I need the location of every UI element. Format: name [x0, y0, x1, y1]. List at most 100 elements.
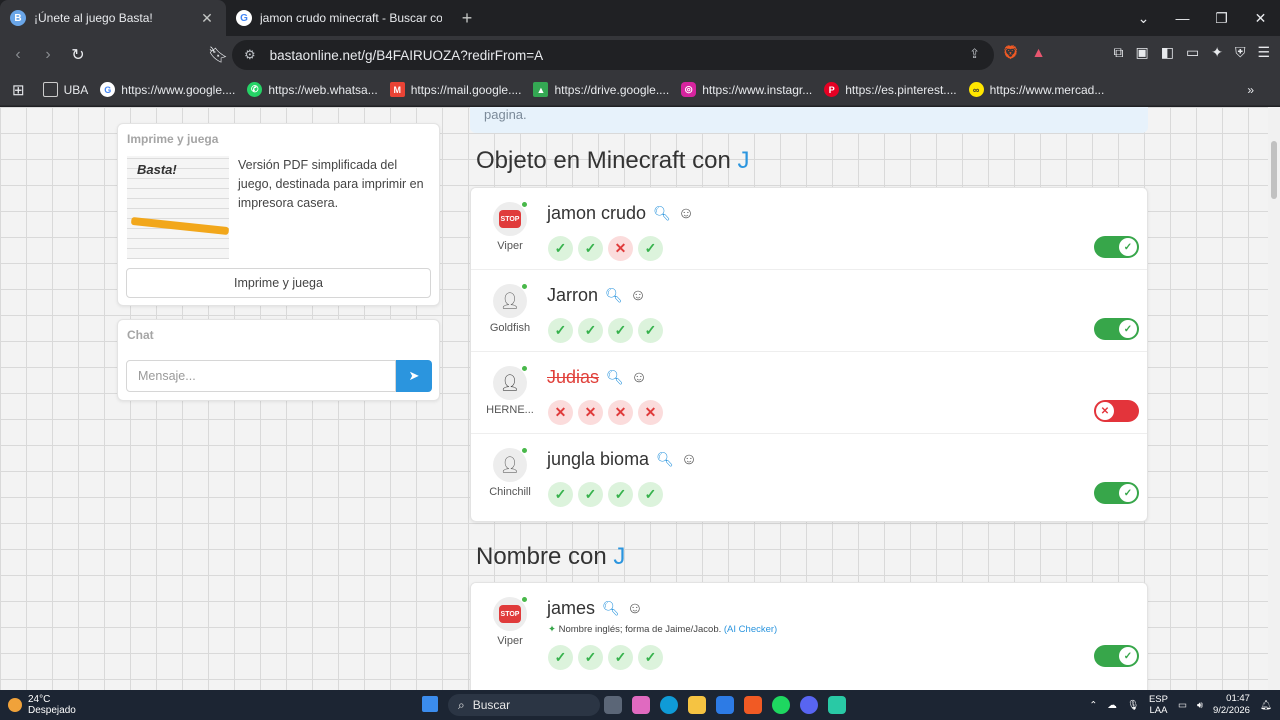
vote-approve-icon: ✓ [608, 318, 633, 343]
answer-text: Jarron [547, 285, 599, 305]
bookmark-gmail[interactable]: Mhttps://mail.google.... [389, 82, 522, 97]
bookmark-icon[interactable]: 🔖︎ [204, 41, 232, 69]
bookmark-label: UBA [63, 82, 89, 97]
sidebar-icon[interactable]: ◧ [1161, 44, 1174, 61]
discord-icon[interactable] [800, 696, 818, 714]
back-icon[interactable]: ‹ [4, 41, 32, 69]
answer-word: james 🔍︎ ☺ [547, 598, 643, 619]
search-icon[interactable]: 🔍︎ [605, 287, 623, 304]
accept-toggle[interactable]: ✓ [1094, 236, 1139, 258]
site-info-icon[interactable]: ⚙︎ [244, 47, 256, 63]
notification-icon[interactable]: 🔔︎ [1260, 700, 1272, 711]
brave-shields-icon[interactable]: 🦁︎ [1002, 44, 1020, 61]
tab-google-search[interactable]: G jamon crudo minecraft - Buscar con G [226, 0, 452, 36]
apps-grid-icon[interactable]: ⊞ [12, 81, 25, 99]
close-tab-icon[interactable]: ✕ [198, 10, 216, 27]
bookmark-instagram[interactable]: ◎ https://www.instagr... [681, 82, 812, 97]
bookmark-pinterest[interactable]: Phttps://es.pinterest.... [824, 82, 957, 97]
weather-sun-icon [8, 698, 22, 712]
search-icon[interactable]: 🔍︎ [602, 600, 620, 617]
new-tab-icon[interactable]: + [452, 0, 482, 36]
close-window-icon[interactable]: ✕ [1241, 0, 1280, 36]
accept-toggle[interactable]: ✓ [1094, 645, 1139, 667]
address-bar[interactable]: ⚙︎ bastaonline.net/g/B4FAIRUOZA?redirFro… [232, 40, 994, 70]
print-and-play-button[interactable]: Imprime y juega [126, 268, 431, 298]
forward-icon[interactable]: › [34, 41, 62, 69]
chat-message-input[interactable]: Mensaje... [126, 360, 396, 392]
online-indicator [521, 365, 528, 372]
vote-approve-icon: ✓ [548, 645, 573, 670]
network-icon[interactable]: ▭ [1178, 700, 1187, 711]
bookmark-mercadolibre[interactable]: ∞ https://www.mercad... [968, 82, 1104, 97]
online-indicator [521, 447, 528, 454]
votes: ✓ ✓ ✓ ✓ [548, 645, 663, 670]
vote-approve-icon: ✓ [548, 482, 573, 507]
file-explorer-icon[interactable] [688, 696, 706, 714]
search-icon[interactable]: 🔍︎ [656, 451, 674, 468]
mercadolibre-icon: ∞ [968, 82, 984, 97]
vpn-icon[interactable]: ⛨ [1235, 44, 1246, 61]
volume-icon[interactable]: 🔊︎ [1197, 700, 1203, 711]
leo-ai-icon[interactable]: ✦ [1211, 44, 1223, 61]
user-icon: 👤︎ [499, 293, 521, 310]
accept-toggle[interactable]: ✓ [1094, 318, 1139, 340]
url-text: bastaonline.net/g/B4FAIRUOZA?redirFrom=A [269, 47, 544, 63]
taskbar-apps [604, 696, 846, 714]
add-reaction-icon[interactable]: ☺ [631, 369, 647, 387]
reload-icon[interactable]: ↻ [64, 41, 92, 69]
section-letter: J [737, 147, 750, 174]
bookmark-uba[interactable]: UBA [42, 82, 89, 97]
brave-rewards-icon[interactable]: ▲ [1032, 44, 1046, 61]
bookmark-whatsapp[interactable]: ✆ https://web.whatsa... [247, 82, 378, 97]
whatsapp-app-icon[interactable] [828, 696, 846, 714]
taskbar-search[interactable]: ⌕ Buscar [448, 694, 600, 716]
tray-chevron-icon[interactable]: ⌃ [1089, 700, 1097, 711]
onedrive-icon[interactable]: ☁ [1107, 700, 1117, 711]
toolbar-right: 🦁︎ ▲ ⧉ ▣ ◧ ▭ ✦ ⛨ ☰ [1002, 44, 1270, 61]
spotify-icon[interactable] [772, 696, 790, 714]
menu-icon[interactable]: ☰ [1257, 44, 1270, 61]
send-message-button[interactable]: ➤ [396, 360, 432, 392]
start-icon[interactable] [422, 696, 438, 712]
search-label: Buscar [472, 698, 511, 712]
bookmarks-bar: ⊞ UBA Ghttps://www.google.... ✆ https://w… [0, 74, 1280, 106]
wallet-icon[interactable]: ▭ [1186, 44, 1199, 61]
tab-basta[interactable]: B ¡Únete al juego Basta! ✕ [0, 0, 226, 36]
gmail-icon: M [389, 82, 405, 97]
bookmark-google[interactable]: Ghttps://www.google.... [100, 82, 235, 97]
maximize-icon[interactable]: ❐ [1202, 0, 1241, 36]
section-label: Objeto en Minecraft con [476, 147, 738, 174]
page-scrollbar[interactable] [1268, 107, 1280, 690]
clock[interactable]: 01:47 9/2/2026 [1213, 693, 1250, 717]
mail-icon[interactable] [716, 696, 734, 714]
browser-toolbar: ‹ › ↻ 🔖︎ ⚙︎ bastaonline.net/g/B4FAIRUOZA… [0, 36, 1280, 74]
add-reaction-icon[interactable]: ☺ [627, 600, 643, 618]
accept-toggle[interactable]: ✕ [1094, 400, 1139, 422]
scrollbar-thumb[interactable] [1271, 141, 1277, 199]
task-view-icon[interactable] [604, 696, 622, 714]
edge-icon[interactable] [660, 696, 678, 714]
search-icon[interactable]: 🔍︎ [606, 369, 624, 386]
add-reaction-icon[interactable]: ☺ [630, 287, 646, 305]
language-indicator[interactable]: ESP LAA [1149, 694, 1168, 716]
brave-icon[interactable] [744, 696, 762, 714]
add-reaction-icon[interactable]: ☺ [681, 451, 697, 469]
minimize-icon[interactable]: — [1163, 0, 1202, 36]
more-bookmarks-icon[interactable]: » [1247, 83, 1254, 97]
bookmark-label: https://mail.google.... [410, 82, 522, 97]
reader-mode-icon[interactable]: ▣ [1136, 44, 1149, 61]
avatar: 👤︎ [493, 283, 528, 318]
accept-toggle[interactable]: ✓ [1094, 482, 1139, 504]
ai-checker-link[interactable]: (AI Checker) [724, 624, 777, 635]
share-icon[interactable]: ⇪ [969, 46, 980, 62]
basta-favicon-icon: B [10, 10, 26, 26]
weather-widget[interactable]: 24°C Despejado [8, 694, 76, 716]
search-icon[interactable]: 🔍︎ [653, 205, 671, 222]
extensions-icon[interactable]: ⧉ [1114, 44, 1124, 61]
add-reaction-icon[interactable]: ☺ [678, 205, 694, 223]
chevron-down-icon[interactable]: ⌄ [1124, 0, 1163, 36]
stop-avatar-icon: STOP [499, 605, 521, 623]
microphone-icon[interactable]: 🎙︎ [1127, 700, 1139, 711]
bookmark-drive[interactable]: ▲ https://drive.google.... [533, 82, 669, 97]
copilot-icon[interactable] [632, 696, 650, 714]
